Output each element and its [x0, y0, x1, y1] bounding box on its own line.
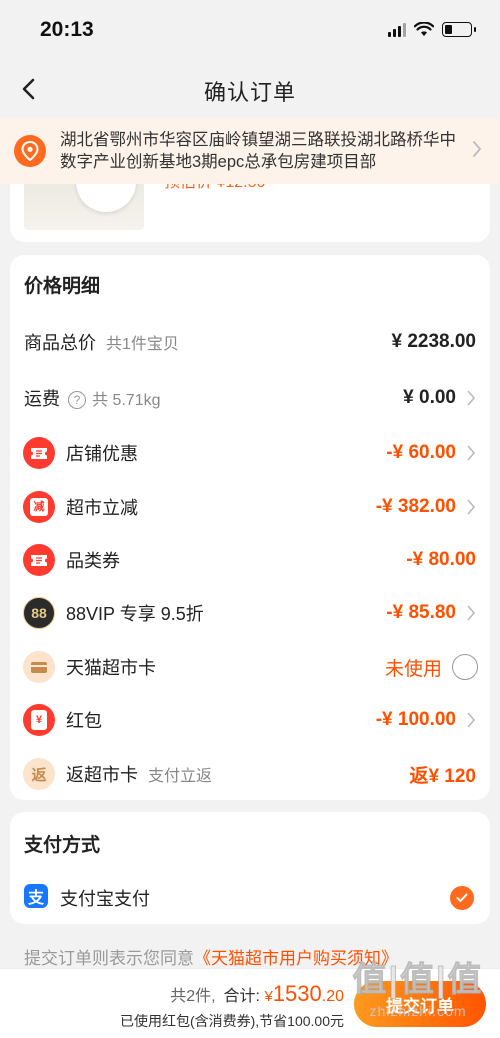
address-text: 湖北省鄂州市华容区庙岭镇望湖三路联投湖北路桥华中数字产业创新基地3期epc总承包… — [60, 131, 456, 171]
payment-title: 支付方式 — [24, 835, 101, 856]
shipping-label: 运费 — [24, 389, 60, 409]
payment-selected-check[interactable] — [450, 886, 474, 910]
red-envelope-value: -¥ 100.00 — [375, 709, 456, 730]
saving-text: 已使用红包(含消费券),节省100.00元 — [119, 1013, 344, 1029]
row-tmall-card[interactable]: 天猫超市卡 未使用 — [10, 647, 490, 687]
location-pin-icon — [14, 135, 46, 167]
red-envelope-label: 红包 — [66, 711, 102, 731]
status-icons — [388, 22, 476, 37]
cashback-icon: 返 — [23, 758, 55, 790]
address-bar[interactable]: 湖北省鄂州市华容区庙岭镇望湖三路联投湖北路桥华中数字产业创新基地3期epc总承包… — [0, 118, 500, 184]
row-goods-total: 商品总价 共1件宝贝 ¥ 2238.00 — [10, 322, 490, 362]
wifi-icon — [414, 22, 434, 36]
discount-icon: 减 — [23, 491, 55, 523]
submit-order-button[interactable]: 提交订单 — [354, 981, 486, 1027]
row-category-coupon[interactable]: 品类券 -¥ 80.00 — [10, 540, 490, 580]
chevron-right-icon — [467, 390, 476, 406]
total-line: 共2件, 合计: ¥1530.20 — [170, 981, 344, 1007]
cashback-sub: 支付立返 — [148, 768, 213, 785]
chevron-right-icon — [467, 712, 476, 728]
total-currency: ¥ — [264, 988, 273, 1005]
shipping-weight: 共 5.71kg — [92, 392, 161, 409]
vip88-label: 88VIP 专享 9.5折 — [66, 604, 204, 624]
supermarket-discount-label: 超市立减 — [66, 498, 138, 518]
row-supermarket-discount[interactable]: 减 超市立减 -¥ 382.00 — [10, 487, 490, 527]
chevron-right-icon — [467, 445, 476, 461]
chevron-right-icon — [467, 605, 476, 621]
tmall-card-radio[interactable] — [452, 654, 478, 680]
cashback-label: 返超市卡 — [66, 765, 138, 785]
agreement-prefix: 提交订单则表示您同意 — [24, 949, 194, 968]
chevron-right-icon — [473, 141, 482, 157]
price-detail-title: 价格明细 — [24, 276, 101, 297]
store-discount-value: -¥ 60.00 — [386, 442, 456, 463]
status-time: 20:13 — [40, 18, 94, 41]
category-coupon-value: -¥ 80.00 — [406, 549, 476, 570]
price-detail-card: 价格明细 商品总价 共1件宝贝 ¥ 2238.00 运费? 共 5.71kg ¥ 0… — [10, 255, 490, 800]
coupon-icon — [23, 437, 55, 469]
item-count: 共2件, — [170, 988, 216, 1005]
payment-method-label[interactable]: 支付宝支付 — [60, 885, 150, 911]
coupon-icon — [23, 544, 55, 576]
total-decimal: .20 — [321, 988, 344, 1005]
row-88vip[interactable]: 88 88VIP 专享 9.5折 -¥ 85.80 — [10, 593, 490, 633]
vip88-icon: 88 — [23, 597, 55, 629]
supermarket-discount-value: -¥ 382.00 — [375, 496, 456, 517]
signal-icon — [388, 22, 406, 37]
vip88-value: -¥ 85.80 — [386, 602, 456, 623]
tmall-card-status: 未使用 — [384, 658, 442, 680]
chevron-right-icon — [467, 499, 476, 515]
cashback-value: 返¥ 120 — [409, 765, 476, 787]
battery-icon — [442, 22, 476, 37]
goods-count: 共1件宝贝 — [106, 336, 179, 353]
goods-total-value: ¥ 2238.00 — [391, 331, 476, 352]
card-icon — [23, 651, 55, 683]
store-discount-label: 店铺优惠 — [66, 444, 138, 464]
agreement-link[interactable]: 《天猫超市用户购买须知》 — [194, 949, 398, 968]
agreement-text: 提交订单则表示您同意《天猫超市用户购买须知》 — [24, 944, 398, 969]
row-shipping[interactable]: 运费? 共 5.71kg ¥ 0.00 — [10, 378, 490, 418]
help-icon[interactable]: ? — [68, 391, 86, 410]
page-title: 确认订单 — [203, 80, 296, 105]
total-label: 合计: — [223, 988, 260, 1005]
red-envelope-icon: ¥ — [23, 704, 55, 736]
shipping-value: ¥ 0.00 — [403, 387, 456, 408]
status-bar: 20:13 — [0, 0, 500, 62]
alipay-icon: 支 — [24, 884, 48, 908]
navbar: 确认订单 — [0, 62, 500, 116]
goods-total-label: 商品总价 — [24, 333, 96, 353]
total-amount: 1530 — [272, 981, 322, 1006]
row-store-discount[interactable]: 店铺优惠 -¥ 60.00 — [10, 433, 490, 473]
tmall-card-label: 天猫超市卡 — [66, 658, 156, 678]
row-red-envelope[interactable]: ¥ 红包 -¥ 100.00 — [10, 700, 490, 740]
bottom-bar: 共2件, 合计: ¥1530.20 已使用红包(含消费券),节省100.00元 提… — [0, 968, 500, 1038]
payment-card: 支付方式 支 支付宝支付 — [10, 812, 490, 924]
row-cashback-card: 返 返超市卡 支付立返 返¥ 120 — [10, 754, 490, 794]
category-coupon-label: 品类券 — [66, 551, 120, 571]
